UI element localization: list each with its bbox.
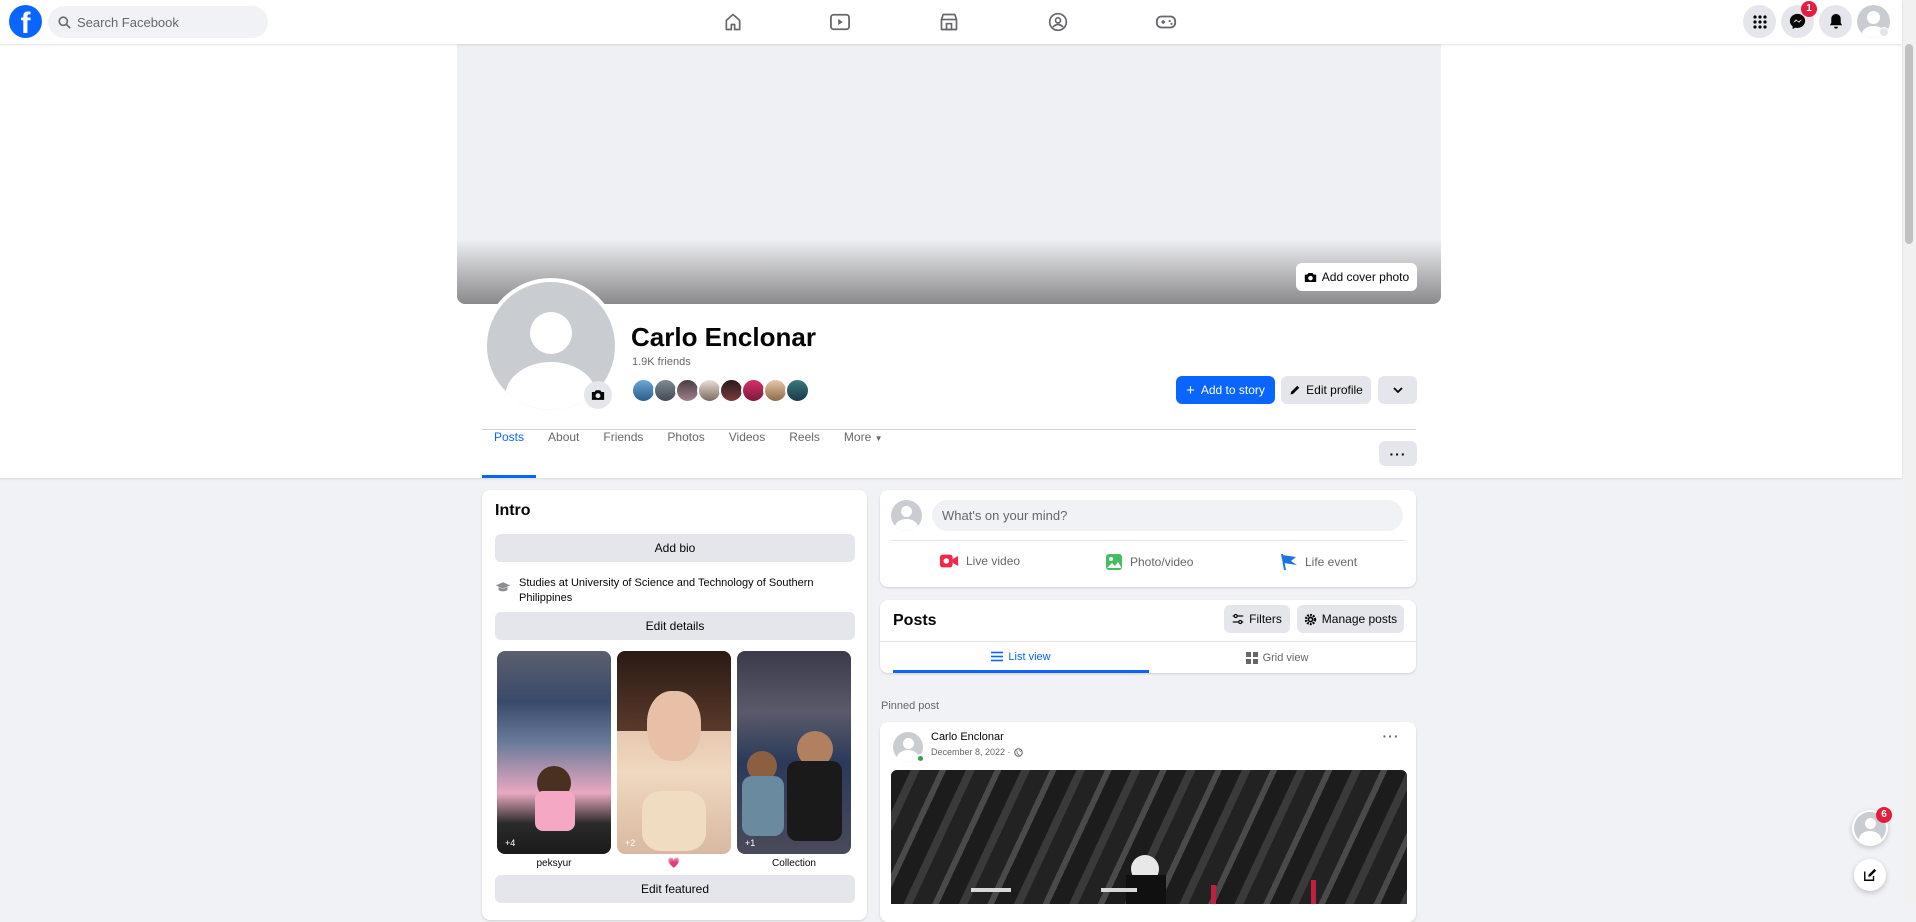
profile-tabs: Posts About Friends Photos Videos Reels … (482, 430, 895, 478)
tab-posts[interactable]: Posts (482, 430, 537, 478)
manage-posts-button[interactable]: Manage posts (1297, 605, 1404, 633)
edit-featured-button[interactable]: Edit featured (495, 875, 855, 903)
notifications-button[interactable] (1819, 5, 1852, 38)
graduation-cap-icon (495, 582, 511, 592)
friends-count[interactable]: 1.9K friends (632, 356, 691, 368)
chat-badge: 6 (1876, 807, 1892, 823)
gear-icon (1304, 613, 1316, 625)
post-image[interactable] (891, 770, 1407, 904)
live-video-icon (939, 554, 959, 568)
featured-label: 💗 (667, 858, 681, 869)
intro-title: Intro (495, 502, 531, 519)
add-bio-button[interactable]: Add bio (495, 534, 855, 562)
whats-on-your-mind-input[interactable]: What's on your mind? (932, 500, 1403, 531)
edit-details-button[interactable]: Edit details (495, 612, 855, 640)
list-view-tab[interactable]: List view (893, 643, 1149, 673)
featured-count: +1 (745, 838, 756, 848)
tab-friends[interactable]: Friends (591, 430, 655, 478)
profile-name: Carlo Enclonar (631, 322, 816, 352)
online-status-dot (916, 754, 925, 763)
study-info: Studies at University of Science and Tec… (519, 577, 814, 604)
post-author-name[interactable]: Carlo Enclonar (931, 731, 1004, 743)
list-icon (991, 651, 1004, 662)
facebook-logo[interactable]: f (9, 5, 42, 38)
tab-videos[interactable]: Videos (717, 430, 777, 478)
tab-reels[interactable]: Reels (777, 430, 832, 478)
compose-icon (1864, 868, 1877, 881)
add-cover-photo-button[interactable]: Add cover photo (1296, 263, 1417, 291)
post-meta: December 8, 2022 · (931, 747, 1023, 757)
scrollbar[interactable] (1902, 0, 1916, 904)
edit-profile-button[interactable]: Edit profile (1281, 376, 1371, 404)
featured-label: peksyur (536, 858, 572, 869)
bell-icon (1829, 13, 1842, 29)
globe-icon (1013, 747, 1023, 757)
add-cover-photo-label: Add cover photo (1321, 270, 1410, 284)
pencil-icon (1290, 385, 1300, 395)
profile-more-dropdown-button[interactable] (1378, 376, 1417, 404)
caret-down-icon: ▼ (874, 434, 883, 443)
featured-count: +4 (505, 838, 516, 848)
featured-collection-2[interactable]: +2 (617, 651, 731, 854)
account-chevron-icon[interactable] (1879, 27, 1889, 37)
featured-collection-1[interactable]: +4 (497, 651, 611, 854)
grid-view-icon (1245, 652, 1258, 664)
more-dots-icon: ··· (1389, 445, 1407, 462)
add-to-story-button[interactable]: + Add to story (1176, 376, 1275, 404)
camera-icon (591, 390, 605, 400)
post-date[interactable]: December 8, 2022 · (931, 747, 1011, 757)
post-options-icon[interactable]: ··· (1377, 729, 1405, 750)
tab-about[interactable]: About (536, 430, 591, 478)
messenger-badge: 1 (1801, 1, 1817, 17)
photo-icon (1106, 554, 1122, 570)
camera-icon (1304, 272, 1316, 282)
sliders-icon (1232, 613, 1244, 625)
gaming-icon[interactable] (1154, 10, 1178, 34)
tab-more[interactable]: More ▼ (832, 430, 895, 478)
profile-options-button[interactable]: ··· (1379, 441, 1417, 466)
chevron-down-icon (1392, 386, 1403, 393)
top-navigation-bar: f 1 (0, 0, 1902, 44)
filters-button[interactable]: Filters (1224, 605, 1290, 633)
friend-avatar[interactable] (785, 378, 810, 403)
chat-heads-button[interactable]: 6 (1852, 807, 1892, 846)
grid-view-tab[interactable]: Grid view (1149, 643, 1405, 673)
flag-icon (1281, 553, 1297, 571)
posts-title: Posts (893, 612, 937, 629)
live-video-button[interactable]: Live video (939, 553, 1020, 569)
featured-label: Collection (772, 858, 816, 869)
home-icon[interactable] (721, 10, 745, 34)
new-message-button[interactable] (1854, 859, 1886, 891)
featured-count: +2 (625, 838, 636, 848)
marketplace-icon[interactable] (937, 10, 961, 34)
update-profile-picture-button[interactable] (584, 381, 612, 409)
friend-avatars[interactable] (631, 378, 810, 403)
composer-avatar[interactable] (891, 500, 922, 531)
messenger-button[interactable]: 1 (1781, 1, 1817, 38)
watch-icon[interactable] (828, 10, 852, 34)
grid-icon (1752, 14, 1767, 29)
menu-grid-button[interactable] (1743, 5, 1776, 38)
tab-photos[interactable]: Photos (655, 430, 716, 478)
cover-photo (457, 44, 1441, 304)
featured-collection-3[interactable]: +1 (737, 651, 851, 854)
search-input[interactable] (77, 14, 257, 30)
plus-icon: + (1186, 381, 1195, 399)
photo-video-button[interactable]: Photo/video (1105, 553, 1193, 571)
life-event-button[interactable]: Life event (1280, 553, 1357, 571)
search-icon (58, 15, 71, 29)
pinned-post-label: Pinned post (881, 700, 940, 712)
search-box[interactable] (48, 6, 268, 38)
groups-icon[interactable] (1046, 10, 1070, 34)
